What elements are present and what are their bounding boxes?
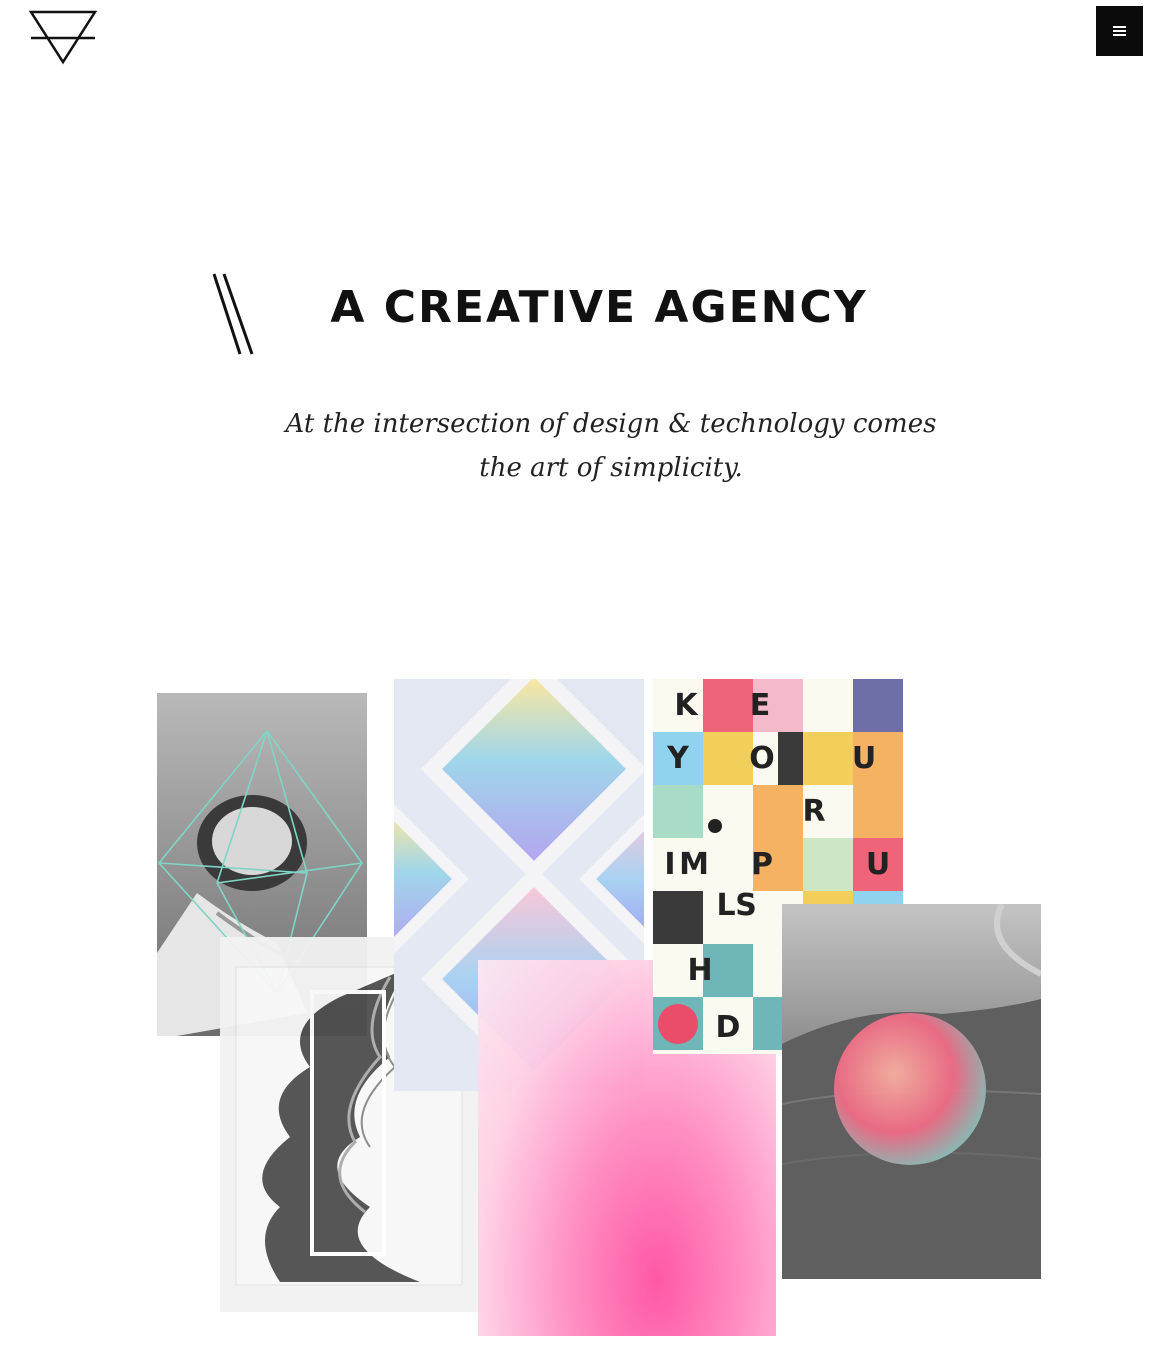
hamburger-menu-icon (1113, 26, 1126, 36)
poster-letter: K (674, 688, 698, 723)
image-collage: K E Y O U R I M P U L S E H O D N (150, 675, 1050, 1340)
landscape-sphere-image (782, 904, 1041, 1279)
poster-letter: S (735, 888, 757, 923)
tagline: At the intersection of design & technolo… (0, 402, 1158, 490)
poster-letter: Y (667, 741, 689, 776)
poster-letter: D (715, 1010, 741, 1045)
poster-letter: R (802, 794, 826, 829)
poster-letter: H (687, 953, 713, 988)
poster-letter: U (851, 741, 877, 776)
poster-letter: E (749, 688, 771, 723)
triangle-logo-icon[interactable] (28, 8, 98, 66)
tagline-line-2: the art of simplicity. (479, 453, 743, 483)
poster-letter: O (749, 741, 775, 776)
poster-letter: U (865, 847, 891, 882)
tagline-line-1: At the intersection of design & technolo… (285, 409, 937, 439)
menu-button[interactable] (1096, 6, 1143, 56)
page-title: A CREATIVE AGENCY (330, 282, 868, 333)
